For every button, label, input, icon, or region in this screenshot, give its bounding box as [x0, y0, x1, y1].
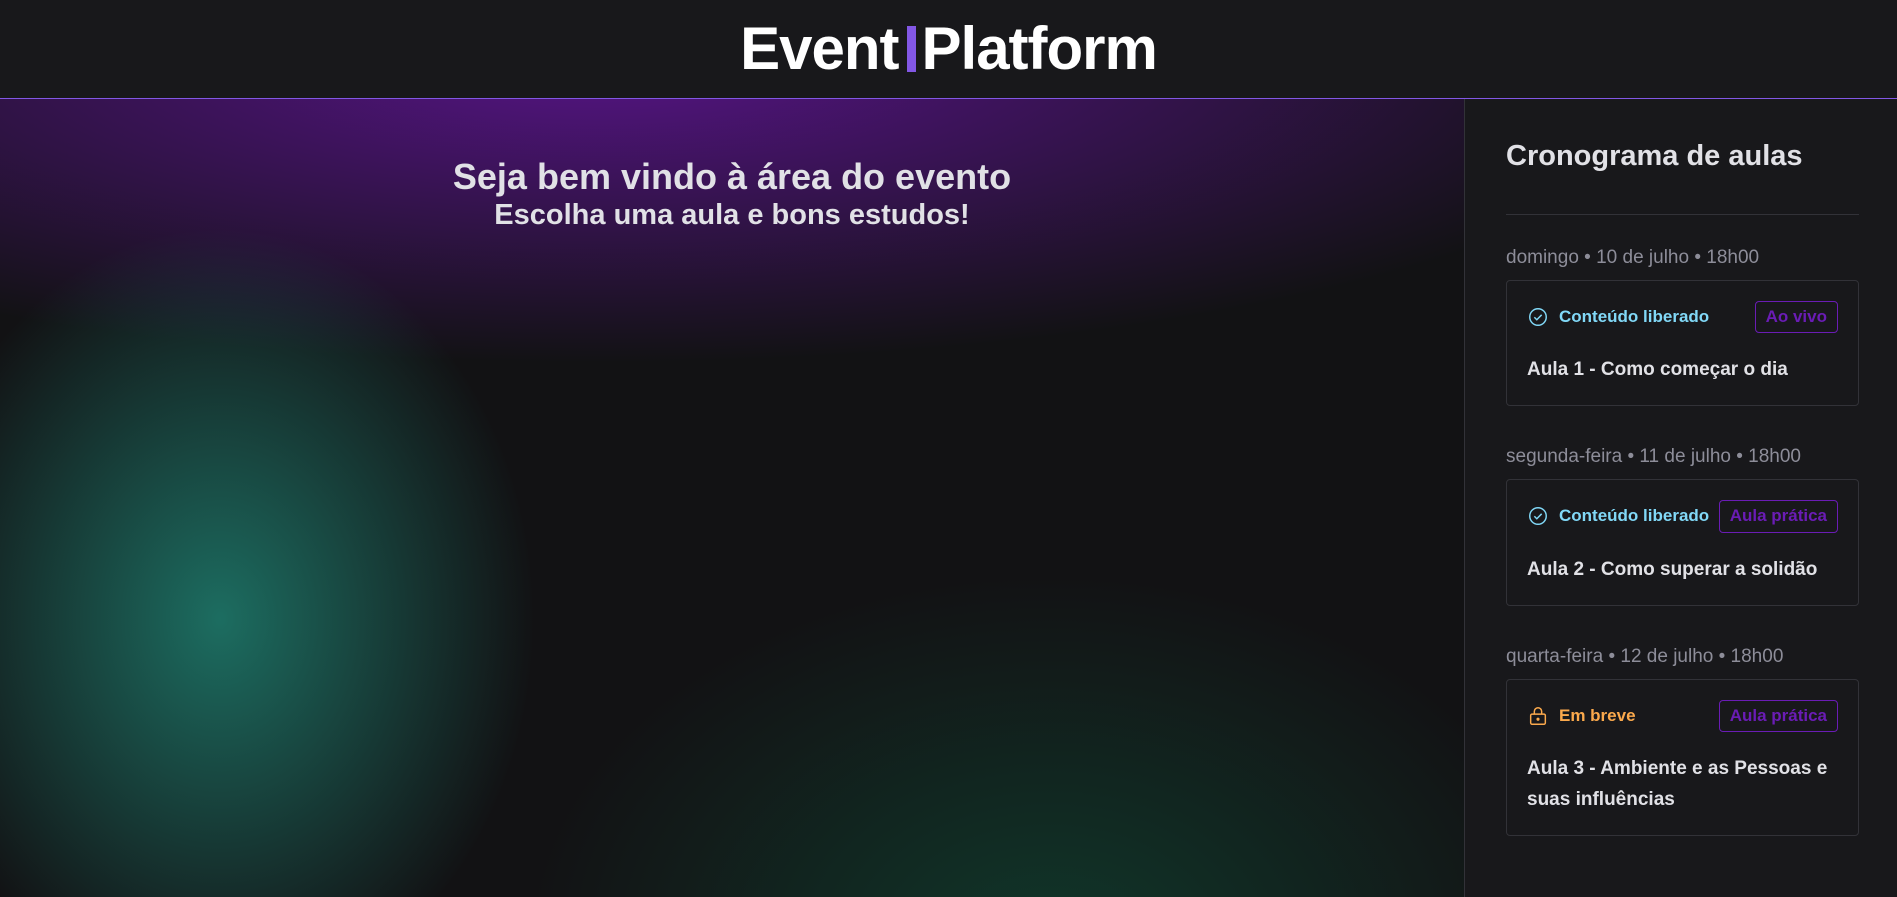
- lesson-card[interactable]: Em breve Aula prática Aula 3 - Ambiente …: [1506, 678, 1859, 836]
- lesson-schedule-sidebar[interactable]: Cronograma de aulas domingo • 10 de julh…: [1464, 99, 1897, 897]
- main-content-area: Seja bem vindo à área do evento Escolha …: [0, 99, 1464, 897]
- lesson-card[interactable]: Conteúdo liberado Aula prática Aula 2 - …: [1506, 479, 1859, 606]
- logo-text-event: Event: [740, 15, 899, 82]
- lesson-status: Conteúdo liberado: [1527, 306, 1709, 328]
- sidebar-title: Cronograma de aulas: [1506, 139, 1859, 215]
- lesson-type-badge: Ao vivo: [1754, 300, 1838, 333]
- lesson-type-badge: Aula prática: [1718, 699, 1838, 733]
- lesson-date: segunda-feira • 11 de julho • 18h00: [1506, 446, 1802, 468]
- lesson-status-label: Conteúdo liberado: [1559, 506, 1710, 526]
- lesson-status-label: Conteúdo liberado: [1559, 306, 1710, 326]
- lesson-date: quarta-feira • 12 de julho • 18h00: [1506, 645, 1784, 667]
- lesson-title[interactable]: Aula 3 - Ambiente e as Pessoas e suas in…: [1527, 754, 1838, 815]
- lesson-title[interactable]: Aula 2 - Como superar a solidão: [1527, 555, 1838, 585]
- lesson-date: domingo • 10 de julho • 18h00: [1506, 246, 1760, 268]
- logo-divider: [906, 26, 916, 72]
- top-header: Event Platform: [0, 0, 1897, 99]
- logo-text-platform: Platform: [921, 15, 1158, 82]
- event-platform-logo[interactable]: Event Platform: [740, 15, 1158, 82]
- welcome-section: Seja bem vindo à área do evento Escolha …: [0, 155, 1464, 233]
- lock-icon: [1527, 705, 1549, 727]
- lesson-item[interactable]: quarta-feira • 12 de julho • 18h00 Em br…: [1506, 646, 1859, 836]
- lesson-item[interactable]: segunda-feira • 11 de julho • 18h00 Cont…: [1506, 446, 1859, 606]
- lesson-item[interactable]: domingo • 10 de julho • 18h00 Conteúdo l…: [1506, 247, 1859, 407]
- check-circle-icon: [1527, 306, 1549, 328]
- lesson-card-header: Em breve Aula prática: [1527, 699, 1838, 733]
- lesson-type-badge: Aula prática: [1718, 500, 1838, 533]
- lesson-status: Conteúdo liberado: [1527, 505, 1709, 527]
- lesson-card[interactable]: Conteúdo liberado Ao vivo Aula 1 - Como …: [1506, 279, 1859, 407]
- lesson-list: domingo • 10 de julho • 18h00 Conteúdo l…: [1506, 247, 1859, 836]
- welcome-title: Seja bem vindo à área do evento: [452, 156, 1012, 197]
- welcome-subtitle: Escolha uma aula e bons estudos!: [494, 199, 970, 232]
- lesson-card-header: Conteúdo liberado Ao vivo: [1527, 300, 1838, 333]
- lesson-title[interactable]: Aula 1 - Como começar o dia: [1527, 355, 1838, 385]
- lesson-status-label: Em breve: [1559, 705, 1636, 725]
- lesson-status: Em breve: [1527, 705, 1636, 727]
- check-circle-icon: [1527, 505, 1549, 527]
- lesson-card-header: Conteúdo liberado Aula prática: [1527, 500, 1838, 533]
